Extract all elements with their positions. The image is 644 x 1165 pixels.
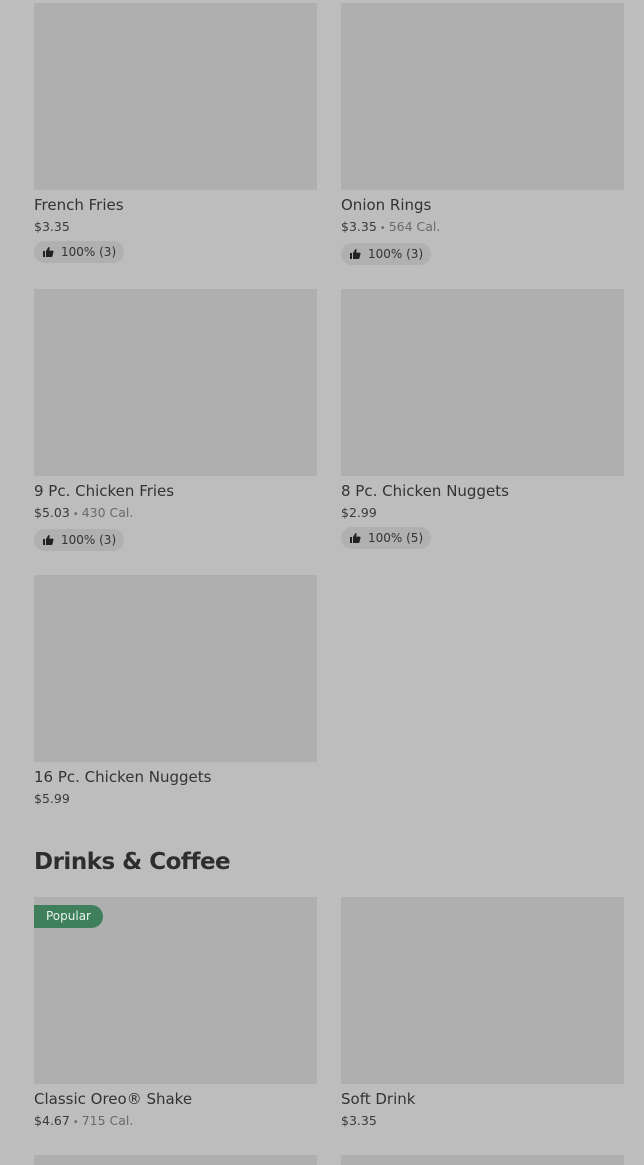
item-price: $2.99 bbox=[341, 505, 377, 520]
item-image[interactable] bbox=[341, 289, 624, 476]
rating-text: 100% (3) bbox=[61, 533, 117, 547]
item-meta: $3.35 bbox=[34, 219, 317, 235]
item-image[interactable] bbox=[34, 289, 317, 476]
item-image[interactable] bbox=[341, 3, 624, 190]
menu-page: French Fries $3.35 100% (3) Onion Rings … bbox=[0, 0, 644, 1165]
item-image[interactable] bbox=[341, 1155, 624, 1165]
section-title-drinks: Drinks & Coffee bbox=[34, 849, 231, 875]
rating-text: 100% (5) bbox=[368, 531, 424, 545]
menu-item-card[interactable]: Soft Drink $3.35 bbox=[341, 897, 624, 1129]
menu-item-card[interactable] bbox=[341, 1155, 624, 1165]
item-meta: $5.99 bbox=[34, 791, 317, 807]
rating-badge: 100% (5) bbox=[341, 527, 432, 549]
item-image[interactable] bbox=[34, 1155, 317, 1165]
thumbs-up-icon bbox=[350, 249, 361, 259]
menu-item-card[interactable] bbox=[34, 1155, 317, 1165]
separator-dot: • bbox=[72, 509, 79, 520]
item-price: $4.67 bbox=[34, 1113, 70, 1128]
item-price: $3.35 bbox=[341, 219, 377, 234]
popular-badge: Popular bbox=[34, 905, 103, 928]
item-image[interactable] bbox=[34, 575, 317, 762]
item-meta: $3.35 bbox=[341, 1113, 624, 1129]
item-name: Onion Rings bbox=[341, 196, 432, 214]
item-name: 9 Pc. Chicken Fries bbox=[34, 482, 175, 500]
item-meta: $4.67 • 715 Cal. bbox=[34, 1113, 317, 1131]
item-name: 8 Pc. Chicken Nuggets bbox=[341, 482, 509, 500]
menu-item-card[interactable]: Popular Classic Oreo® Shake $4.67 • 715 Ca… bbox=[34, 897, 317, 1131]
item-calories: 564 Cal. bbox=[388, 219, 441, 234]
item-name: 16 Pc. Chicken Nuggets bbox=[34, 768, 212, 786]
separator-dot: • bbox=[72, 1117, 79, 1128]
thumbs-up-icon bbox=[43, 247, 54, 257]
item-price: $3.35 bbox=[341, 1113, 377, 1128]
rating-text: 100% (3) bbox=[368, 247, 424, 261]
item-price: $5.99 bbox=[34, 791, 70, 806]
rating-badge: 100% (3) bbox=[34, 529, 125, 551]
rating-text: 100% (3) bbox=[61, 245, 117, 259]
item-image[interactable] bbox=[34, 3, 317, 190]
item-meta: $5.03 • 430 Cal. bbox=[34, 505, 317, 523]
item-image[interactable] bbox=[341, 897, 624, 1084]
item-image[interactable]: Popular bbox=[34, 897, 317, 1084]
item-meta: $3.35 • 564 Cal. bbox=[341, 219, 624, 237]
menu-item-card[interactable]: 8 Pc. Chicken Nuggets $2.99 100% (5) bbox=[341, 289, 624, 549]
rating-badge: 100% (3) bbox=[34, 241, 125, 263]
item-price: $5.03 bbox=[34, 505, 70, 520]
item-price: $3.35 bbox=[34, 219, 70, 234]
item-calories: 430 Cal. bbox=[81, 505, 134, 520]
item-name: French Fries bbox=[34, 196, 124, 214]
thumbs-up-icon bbox=[43, 535, 54, 545]
item-name: Soft Drink bbox=[341, 1090, 416, 1108]
menu-item-card[interactable]: Onion Rings $3.35 • 564 Cal. 100% (3) bbox=[341, 3, 624, 265]
rating-badge: 100% (3) bbox=[341, 243, 432, 265]
menu-item-card[interactable]: 9 Pc. Chicken Fries $5.03 • 430 Cal. 100% … bbox=[34, 289, 317, 551]
item-name: Classic Oreo® Shake bbox=[34, 1090, 193, 1108]
menu-item-card[interactable]: French Fries $3.35 100% (3) bbox=[34, 3, 317, 263]
thumbs-up-icon bbox=[350, 533, 361, 543]
item-calories: 715 Cal. bbox=[81, 1113, 134, 1128]
separator-dot: • bbox=[379, 223, 386, 234]
item-meta: $2.99 bbox=[341, 505, 624, 521]
menu-item-card[interactable]: 16 Pc. Chicken Nuggets $5.99 bbox=[34, 575, 317, 807]
